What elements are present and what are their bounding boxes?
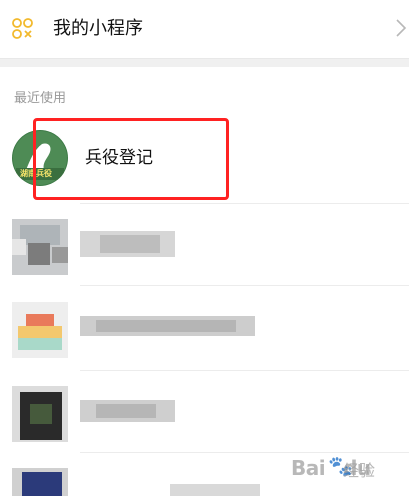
recent-item-blurred[interactable]	[0, 374, 409, 458]
divider	[80, 285, 409, 286]
baidu-watermark: Bai du 🐾 经验	[273, 452, 403, 488]
mini-programs-header[interactable]: 我的小程序	[0, 0, 409, 59]
mini-program-icon	[12, 18, 33, 39]
recent-item-blurred[interactable]	[0, 205, 409, 289]
blurred-label-detail	[96, 404, 156, 418]
blurred-avatar	[12, 386, 68, 442]
section-label-recent: 最近使用	[14, 91, 67, 106]
blurred-avatar	[12, 302, 68, 358]
divider	[80, 370, 409, 371]
blurred-avatar	[12, 468, 68, 496]
watermark-sub: 经验	[343, 461, 376, 480]
chevron-right-icon	[396, 19, 407, 37]
blurred-avatar	[12, 219, 68, 275]
section-gap	[0, 59, 409, 67]
page-title: 我的小程序	[53, 18, 143, 39]
highlight-box	[33, 118, 229, 200]
recent-item-blurred[interactable]	[0, 288, 409, 372]
blurred-label-detail	[96, 320, 236, 332]
blurred-label	[170, 484, 260, 496]
divider	[80, 203, 409, 204]
blurred-label-detail	[100, 235, 160, 253]
